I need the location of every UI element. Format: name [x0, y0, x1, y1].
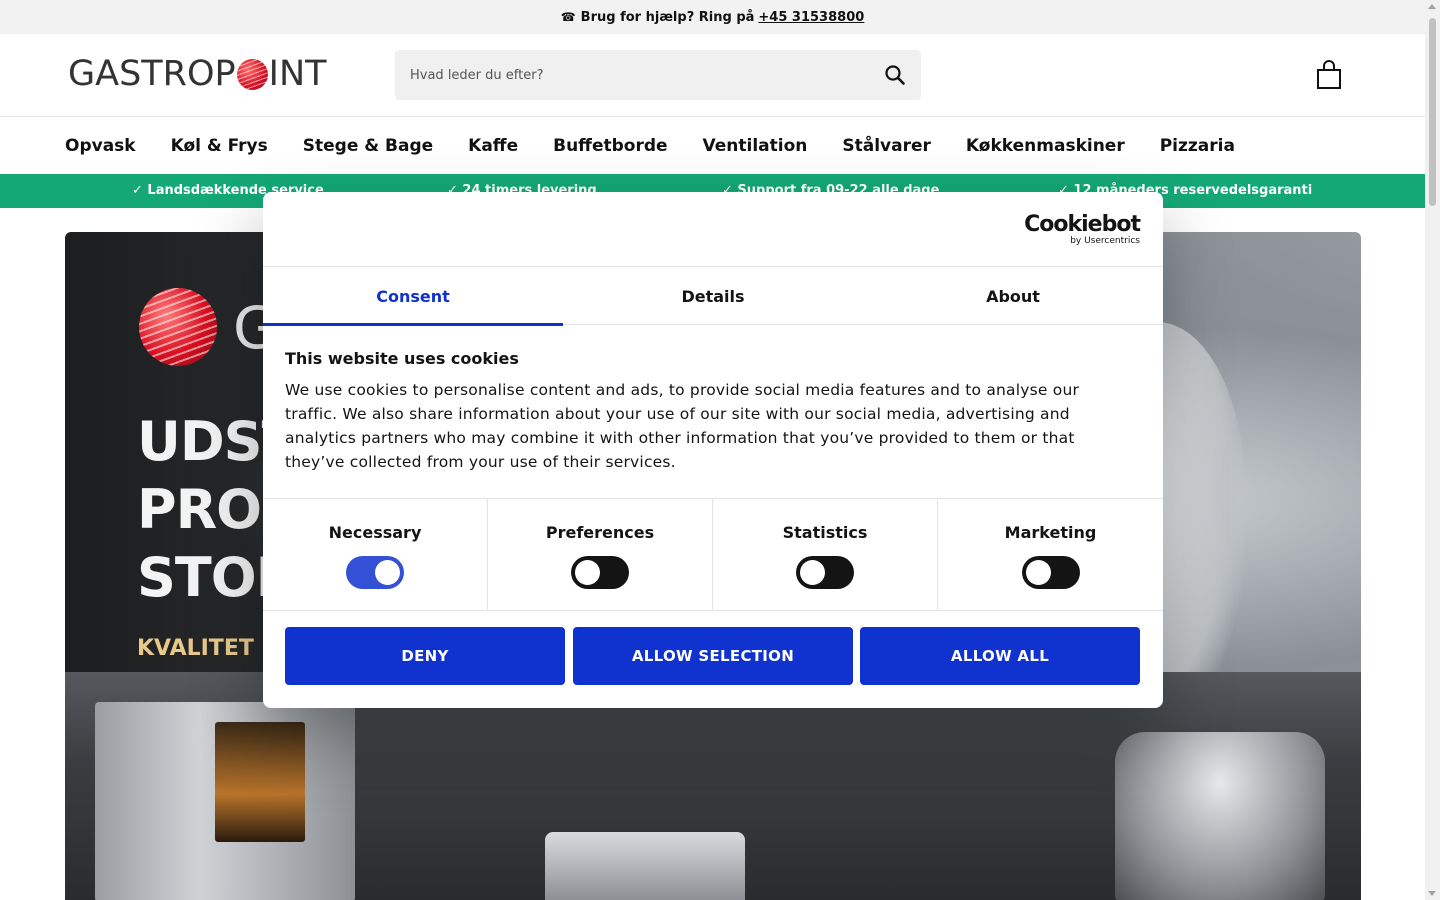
nav-item-ventilation[interactable]: Ventilation	[703, 136, 808, 156]
site-header: GASTROP INT	[0, 34, 1425, 117]
preferences-toggle[interactable]	[571, 556, 629, 589]
allow-all-button[interactable]: ALLOW ALL	[860, 627, 1140, 685]
category-preferences: Preferences	[488, 499, 713, 611]
cookiebot-brand: Cookiebot	[1024, 212, 1141, 237]
gastropoint-logo[interactable]: GASTROP INT	[68, 54, 327, 94]
help-text: Brug for hjælp? Ring på	[580, 9, 755, 25]
tab-about[interactable]: About	[863, 267, 1163, 325]
help-bar: ☎ Brug for hjælp? Ring på +45 31538800	[0, 0, 1425, 34]
necessary-toggle[interactable]	[346, 556, 404, 589]
main-nav: Opvask Køl & Frys Stege & Bage Kaffe Buf…	[0, 117, 1425, 174]
allow-selection-button[interactable]: ALLOW SELECTION	[573, 627, 853, 685]
category-statistics: Statistics	[713, 499, 938, 611]
search-icon[interactable]	[883, 63, 907, 87]
scroll-down-icon[interactable]	[1428, 891, 1436, 896]
cookie-title: This website uses cookies	[285, 349, 519, 368]
category-label: Necessary	[328, 523, 422, 542]
marketing-toggle[interactable]	[1021, 556, 1080, 589]
category-label: Preferences	[545, 523, 655, 542]
cookie-tabs: Consent Details About	[263, 267, 1163, 326]
search-input[interactable]	[395, 50, 865, 100]
category-marketing: Marketing	[938, 499, 1163, 611]
logo-ball-icon	[236, 58, 268, 90]
logo-text-left: GASTROP	[68, 54, 236, 94]
nav-item-kaffe[interactable]: Kaffe	[468, 136, 518, 156]
deny-button[interactable]: DENY	[285, 627, 565, 685]
category-necessary: Necessary	[263, 499, 488, 611]
nav-item-buffetborde[interactable]: Buffetborde	[553, 136, 667, 156]
cookiebot-logo: Cookiebot by Usercentrics	[1024, 212, 1141, 247]
tab-consent[interactable]: Consent	[263, 267, 563, 326]
page-scrollbar[interactable]	[1425, 0, 1440, 900]
phone-icon: ☎	[560, 10, 576, 24]
nav-item-kokkenmaskiner[interactable]: Køkkenmaskiner	[966, 136, 1125, 156]
hero-logo-icon	[139, 288, 217, 366]
nav-item-opvask[interactable]: Opvask	[65, 136, 136, 156]
statistics-toggle[interactable]	[796, 556, 854, 589]
scrollbar-thumb[interactable]	[1429, 18, 1436, 206]
help-phone-link[interactable]: +45 31538800	[758, 10, 864, 25]
logo-text-right: INT	[268, 54, 327, 94]
cookie-categories: Necessary Preferences Statistics Marketi…	[263, 498, 1163, 611]
hero-tagline: KVALITET •	[137, 636, 276, 661]
search-box	[395, 50, 921, 100]
scroll-up-icon[interactable]	[1428, 4, 1436, 9]
category-label: Statistics	[782, 523, 868, 542]
cookie-dialog-header: Cookiebot by Usercentrics	[263, 192, 1163, 267]
cookie-consent-dialog: Cookiebot by Usercentrics Consent Detail…	[263, 192, 1163, 708]
category-label: Marketing	[1004, 523, 1097, 542]
nav-item-stege-bage[interactable]: Stege & Bage	[303, 136, 433, 156]
cookiebot-brand-sub: by Usercentrics	[1070, 236, 1140, 246]
nav-item-pizzaria[interactable]: Pizzaria	[1160, 136, 1235, 156]
cooking-pot	[545, 832, 745, 900]
nav-item-stalvarer[interactable]: Stålvarer	[842, 136, 931, 156]
cookie-description: We use cookies to personalise content an…	[285, 381, 1080, 471]
shopping-bag-icon[interactable]	[1316, 60, 1342, 90]
oven-window	[215, 722, 305, 842]
tab-details[interactable]: Details	[563, 267, 863, 325]
stand-mixer	[1115, 732, 1325, 900]
nav-item-kol-frys[interactable]: Køl & Frys	[171, 136, 268, 156]
